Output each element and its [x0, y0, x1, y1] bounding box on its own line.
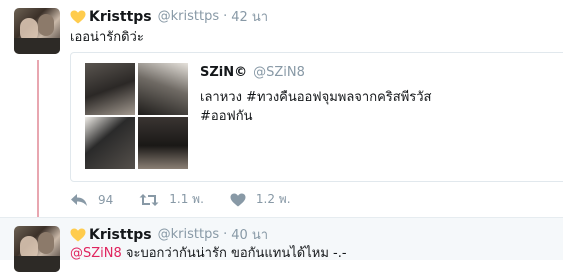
media-thumbnail-1[interactable] — [85, 63, 135, 115]
retweet-icon — [139, 193, 159, 206]
like-button[interactable]: 1.2 พ. — [230, 190, 291, 209]
display-name[interactable]: Kristtps — [89, 9, 152, 25]
tweet-text: เออน่ารักดิว่ะ — [70, 30, 144, 45]
reply-count: 94 — [98, 192, 114, 207]
avatar[interactable] — [14, 226, 60, 272]
retweet-count: 1.1 พ. — [169, 192, 204, 206]
reply-button[interactable]: 94 — [70, 193, 113, 207]
like-icon — [230, 193, 246, 206]
media-thumbnail-3[interactable] — [85, 117, 135, 169]
quoted-text-line-2: #ออฟกัน — [200, 109, 253, 124]
quoted-text-line-1: เลาหวง #ทวงคืนออฟจุมพลจากคริสพีรวัส — [200, 90, 432, 105]
media-thumbnail-2[interactable] — [138, 63, 188, 115]
quoted-user-handle[interactable]: @SZiN8 — [253, 65, 305, 80]
quoted-display-name[interactable]: SZiN© — [200, 65, 247, 80]
separator: · — [223, 9, 228, 24]
tweet-timestamp[interactable]: 42 นา — [231, 6, 268, 27]
avatar[interactable] — [14, 8, 60, 54]
reply-icon — [71, 193, 87, 206]
tweet-header: Kristtps @kristtps · 42 นา — [70, 6, 268, 27]
mention-link[interactable]: @SZiN8 — [70, 246, 122, 261]
tweet-body: จะบอกว่ากันน่ารัก ขอกันแทนได้ไหม -.- — [121, 246, 347, 261]
user-handle[interactable]: @kristtps — [158, 227, 219, 242]
tweet-action-bar: 94 1.1 พ. 1.2 พ. — [70, 190, 317, 209]
quoted-media-grid[interactable] — [85, 63, 188, 169]
heart-emoji-icon — [70, 10, 86, 23]
media-thumbnail-4[interactable] — [138, 117, 188, 169]
heart-emoji-icon — [70, 228, 86, 241]
user-handle[interactable]: @kristtps — [158, 9, 219, 24]
separator: · — [223, 227, 228, 242]
quoted-tweet-card[interactable]: SZiN© @SZiN8 เลาหวง #ทวงคืนออฟจุมพลจากคริ… — [70, 52, 563, 182]
retweet-button[interactable]: 1.1 พ. — [139, 190, 204, 209]
thread-connector-line — [37, 60, 39, 226]
quoted-tweet-header: SZiN© @SZiN8 — [200, 65, 305, 80]
like-count: 1.2 พ. — [255, 192, 291, 206]
display-name[interactable]: Kristtps — [89, 227, 152, 243]
